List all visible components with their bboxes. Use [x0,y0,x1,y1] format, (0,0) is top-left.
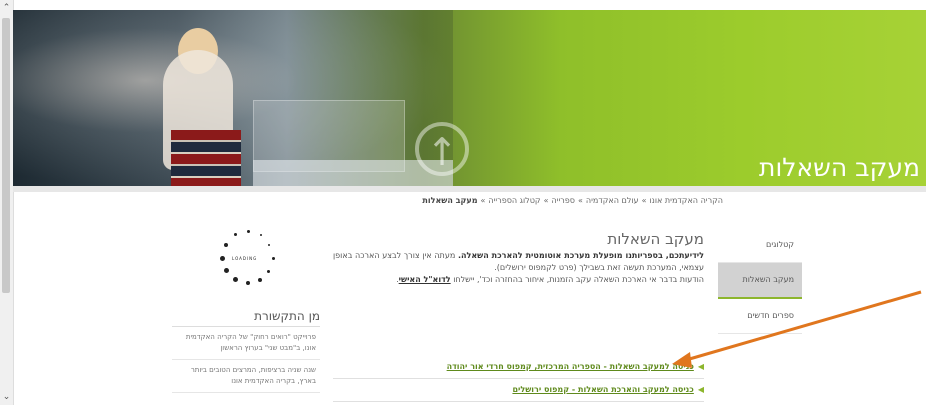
spinner-dot [220,256,225,261]
list-item: ◀ כניסה למעקב והארכת השאלות - קמפוס ירושל… [333,379,704,402]
hero-banner: ↑ מעקב השאלות [13,10,926,186]
list-item: ◀כניסה למעקב השאלות - הספריה המרכזית, קמ… [333,356,704,379]
breadcrumb-item-home[interactable]: הקריה האקדמית אונו [649,196,723,205]
sidebar-item-catalogs[interactable]: קטלוגים [718,228,802,263]
page-title: מעקב השאלות [607,230,704,248]
chevron-up-icon[interactable]: ⌃ [0,0,13,16]
hero-bottom-strip [13,186,926,192]
media-section-title: מן התקשורת [172,306,320,327]
breadcrumb-separator: » [641,196,647,205]
spinner-dot [258,278,262,282]
intro-paragraph: לידיעתכם, בספריותנו מופעלת מערכת אוטומטי… [333,250,704,274]
sidebar-item-loan-tracking[interactable]: מעקב השאלות [718,263,802,299]
spinner-dot [267,270,270,273]
central-library-loans-link[interactable]: כניסה למעקב השאלות - הספריה המרכזית, קמפ… [447,362,694,371]
intro-bold-text: לידיעתכם, בספריותנו מופעלת מערכת אוטומטי… [457,251,704,260]
notice-text: הודעות בדבר אי הארכת השאלה עקב הזמנות, א… [450,275,704,284]
chevron-down-icon[interactable]: ⌄ [0,389,13,405]
spinner-dot [260,234,262,236]
spinner-dot [224,268,229,273]
breadcrumb-item-catalog[interactable]: קטלוג הספרייה [488,196,540,205]
breadcrumb-separator: » [543,196,549,205]
triangle-left-icon: ◀ [697,385,704,394]
loading-spinner: LOADING [220,230,280,290]
spinner-dot [272,257,275,260]
breadcrumb-current: מעקב השאלות [422,196,478,205]
loading-text: LOADING [232,256,258,261]
notice-paragraph: הודעות בדבר אי הארכת השאלה עקב הזמנות, א… [333,274,704,286]
main-content: מעקב השאלות לידיעתכם, בספריותנו מופעלת מ… [333,228,704,286]
sidebar-item-new-books[interactable]: ספרים חדשים [718,299,802,334]
side-navigation: קטלוגים מעקב השאלות ספרים חדשים [718,228,802,334]
spinner-dot [246,281,250,285]
loan-links-list: ◀כניסה למעקב השאלות - הספריה המרכזית, קמ… [333,356,704,402]
spinner-dot [224,243,228,247]
jerusalem-loans-link[interactable]: כניסה למעקב והארכת השאלות - קמפוס ירושלי… [512,385,693,394]
media-section: מן התקשורת פרוייקט "רואים רחוק" של הקריה… [172,306,320,393]
breadcrumb-separator: » [480,196,486,205]
breadcrumb-item-academia[interactable]: עולם האקדמיה [586,196,639,205]
triangle-left-icon: ◀ [697,362,704,371]
spinner-dot [234,233,237,236]
scrollbar-thumb[interactable] [2,18,10,293]
media-item[interactable]: פרוייקט "רואים רחוק" של הקריה האקדמית או… [172,327,320,360]
hero-books [171,130,241,186]
spinner-dot [268,244,270,246]
spinner-dot [233,277,238,282]
breadcrumb-item-library[interactable]: ספרייה [551,196,575,205]
arrow-up-circle-icon: ↑ [415,122,469,176]
personal-email-link[interactable]: לדוא"ל האישי [399,275,451,284]
breadcrumb-separator: » [578,196,583,205]
breadcrumb: הקריה האקדמית אונו»עולם האקדמיה»ספרייה»ק… [422,196,723,205]
hero-title: מעקב השאלות [759,153,920,182]
media-item[interactable]: שנה שניה ברציפות, המרצים הטובים ביותר בא… [172,360,320,393]
page-scrollbar[interactable]: ⌃ ⌄ [0,0,14,405]
spinner-dot [247,230,250,233]
